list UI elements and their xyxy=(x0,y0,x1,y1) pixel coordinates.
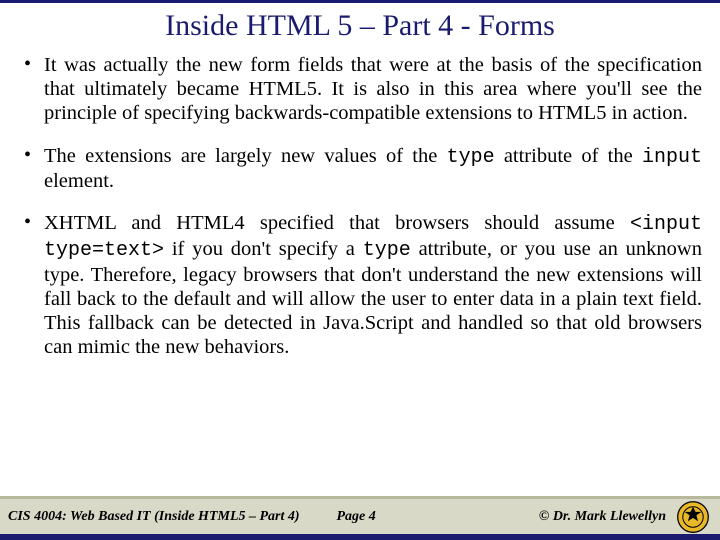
footer-author: © Dr. Mark Llewellyn xyxy=(539,509,666,525)
bullet-text: XHTML and HTML4 specified that browsers … xyxy=(44,212,630,234)
footer-right-wrap: © Dr. Mark Llewellyn xyxy=(539,500,710,534)
ucf-logo-icon xyxy=(676,500,710,534)
slide-footer: CIS 4004: Web Based IT (Inside HTML5 – P… xyxy=(0,496,720,540)
footer-course: CIS 4004: Web Based IT (Inside HTML5 – P… xyxy=(8,509,300,525)
footer-page: Page 4 xyxy=(336,509,375,525)
bullet-item: XHTML and HTML4 specified that browsers … xyxy=(18,211,702,359)
bullet-list: It was actually the new form fields that… xyxy=(18,53,702,359)
bullet-text: It was actually the new form fields that… xyxy=(44,54,702,124)
bullet-text: if you don't specify a xyxy=(164,238,363,260)
bullet-text: element. xyxy=(44,170,114,192)
code-inline: type xyxy=(447,146,495,169)
code-inline: type xyxy=(363,239,411,262)
bullet-text: attribute of the xyxy=(495,145,642,167)
slide-content: It was actually the new form fields that… xyxy=(0,53,720,496)
slide: Inside HTML 5 – Part 4 - Forms It was ac… xyxy=(0,0,720,540)
bullet-item: The extensions are largely new values of… xyxy=(18,144,702,194)
bullet-item: It was actually the new form fields that… xyxy=(18,53,702,126)
slide-title: Inside HTML 5 – Part 4 - Forms xyxy=(0,9,720,43)
code-inline: input xyxy=(642,146,702,169)
bullet-text: The extensions are largely new values of… xyxy=(44,145,447,167)
